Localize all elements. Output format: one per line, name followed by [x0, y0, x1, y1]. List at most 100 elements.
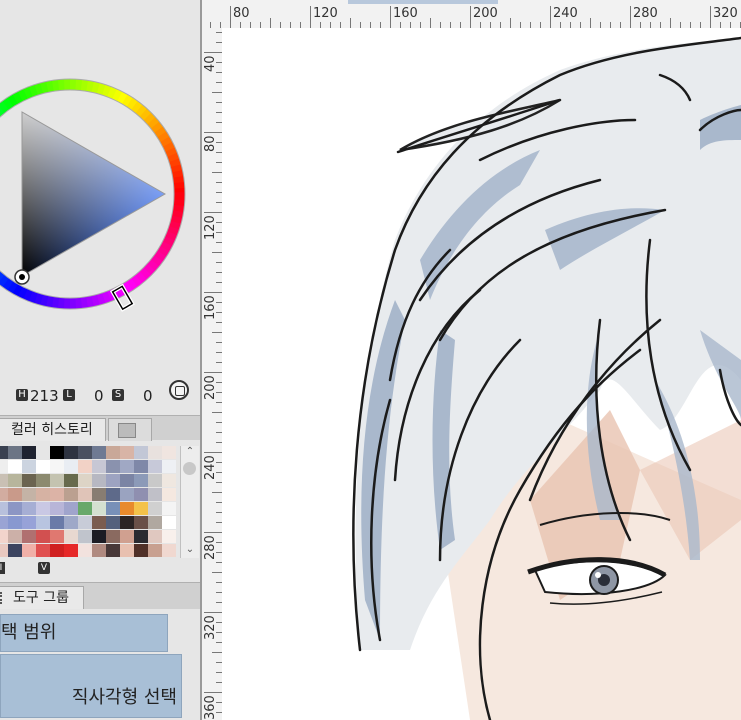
color-swatch[interactable] — [36, 446, 50, 459]
hue-ring-segment[interactable] — [0, 107, 5, 118]
color-swatch[interactable] — [50, 488, 64, 501]
color-swatch[interactable] — [120, 446, 134, 459]
color-swatch[interactable] — [8, 544, 22, 557]
color-swatch[interactable] — [36, 544, 50, 557]
color-swatch[interactable] — [92, 460, 106, 473]
color-swatch[interactable] — [120, 488, 134, 501]
color-swatch[interactable] — [148, 460, 162, 473]
color-swatch[interactable] — [50, 460, 64, 473]
color-swatch[interactable] — [78, 446, 92, 459]
color-swatch[interactable] — [64, 446, 78, 459]
scroll-down-icon[interactable]: ⌄ — [184, 545, 196, 555]
tab-color-history[interactable]: 컬러 히스토리 — [0, 418, 106, 441]
color-swatch[interactable] — [78, 502, 92, 515]
color-swatch[interactable] — [106, 460, 120, 473]
color-swatch[interactable] — [50, 516, 64, 529]
color-swatch[interactable] — [162, 474, 176, 487]
color-swatch[interactable] — [134, 460, 148, 473]
color-swatch[interactable] — [106, 446, 120, 459]
color-swatch[interactable] — [36, 516, 50, 529]
color-swatch[interactable] — [134, 474, 148, 487]
color-swatch[interactable] — [0, 474, 8, 487]
footer-right-tag[interactable]: V — [38, 562, 50, 574]
color-swatch[interactable] — [78, 488, 92, 501]
color-swatch[interactable] — [8, 516, 22, 529]
color-swatch[interactable] — [0, 460, 8, 473]
color-swatch[interactable] — [22, 460, 36, 473]
color-swatch[interactable] — [64, 516, 78, 529]
color-swatch[interactable] — [0, 488, 8, 501]
color-swatch[interactable] — [36, 474, 50, 487]
color-swatch[interactable] — [8, 488, 22, 501]
color-swatch[interactable] — [0, 502, 8, 515]
color-swatch[interactable] — [92, 516, 106, 529]
color-swatch[interactable] — [162, 516, 176, 529]
color-swatch[interactable] — [64, 544, 78, 557]
color-swatch[interactable] — [134, 530, 148, 543]
color-swatch[interactable] — [120, 516, 134, 529]
color-swatch[interactable] — [64, 460, 78, 473]
color-swatch[interactable] — [78, 530, 92, 543]
color-swatch[interactable] — [148, 474, 162, 487]
color-swatch[interactable] — [162, 530, 176, 543]
color-swatch[interactable] — [148, 488, 162, 501]
tab-color-set[interactable] — [108, 418, 152, 441]
mode-toggle-icon[interactable] — [169, 380, 189, 400]
color-swatch[interactable] — [50, 530, 64, 543]
color-swatch[interactable] — [78, 544, 92, 557]
color-swatch[interactable] — [64, 488, 78, 501]
selection-range-button[interactable]: 택 범위 — [0, 614, 168, 652]
color-swatch[interactable] — [148, 502, 162, 515]
color-swatch[interactable] — [8, 502, 22, 515]
color-swatch[interactable] — [106, 502, 120, 515]
color-swatch[interactable] — [0, 530, 8, 543]
color-swatch[interactable] — [162, 460, 176, 473]
color-swatch[interactable] — [148, 516, 162, 529]
color-swatch[interactable] — [64, 474, 78, 487]
rect-selection-button[interactable]: 직사각형 선택 — [0, 654, 182, 718]
color-swatch[interactable] — [22, 516, 36, 529]
color-swatch[interactable] — [120, 530, 134, 543]
color-swatch[interactable] — [78, 474, 92, 487]
scroll-thumb[interactable] — [183, 462, 196, 475]
color-wheel[interactable] — [0, 0, 200, 385]
color-swatch[interactable] — [162, 502, 176, 515]
color-swatch[interactable] — [22, 446, 36, 459]
color-swatch[interactable] — [22, 544, 36, 557]
color-swatch[interactable] — [64, 530, 78, 543]
color-swatch[interactable] — [120, 460, 134, 473]
color-swatch[interactable] — [134, 544, 148, 557]
color-swatch[interactable] — [92, 502, 106, 515]
color-swatch[interactable] — [106, 474, 120, 487]
color-swatch[interactable] — [8, 460, 22, 473]
color-swatch[interactable] — [134, 488, 148, 501]
tab-tool-group[interactable]: 도구 그룹 — [0, 586, 84, 609]
color-swatch[interactable] — [106, 516, 120, 529]
color-swatch[interactable] — [22, 502, 36, 515]
drawing-canvas[interactable] — [222, 28, 741, 720]
color-swatch[interactable] — [22, 474, 36, 487]
scroll-up-icon[interactable]: ⌃ — [184, 447, 196, 457]
color-swatch[interactable] — [50, 474, 64, 487]
color-swatch[interactable] — [148, 446, 162, 459]
color-swatch[interactable] — [36, 530, 50, 543]
color-swatch[interactable] — [120, 502, 134, 515]
color-swatch[interactable] — [162, 488, 176, 501]
color-swatch[interactable] — [0, 544, 8, 557]
color-swatch[interactable] — [106, 488, 120, 501]
color-swatch[interactable] — [92, 446, 106, 459]
color-swatch[interactable] — [92, 488, 106, 501]
color-swatch[interactable] — [0, 446, 8, 459]
color-swatch[interactable] — [8, 446, 22, 459]
color-swatch[interactable] — [50, 446, 64, 459]
color-swatch[interactable] — [78, 516, 92, 529]
color-swatch[interactable] — [134, 502, 148, 515]
color-swatch[interactable] — [78, 460, 92, 473]
color-swatch[interactable] — [148, 544, 162, 557]
color-swatch[interactable] — [8, 530, 22, 543]
color-swatch[interactable] — [36, 460, 50, 473]
color-swatch[interactable] — [106, 530, 120, 543]
swatch-scrollbar[interactable]: ⌃ ⌄ — [180, 446, 199, 558]
color-swatch[interactable] — [36, 502, 50, 515]
color-swatch[interactable] — [148, 530, 162, 543]
